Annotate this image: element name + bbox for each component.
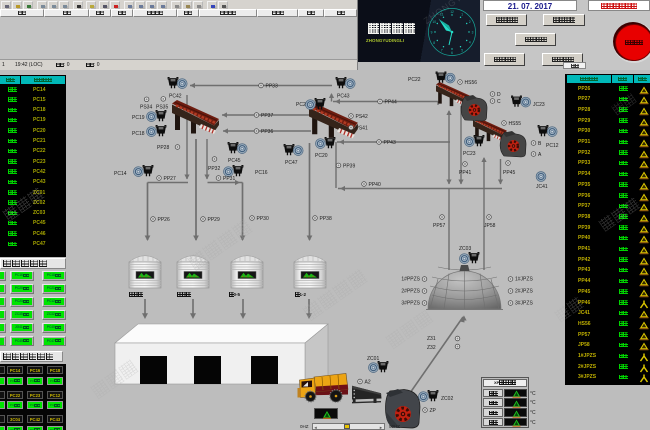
svg-text:ZP: ZP — [430, 408, 437, 414]
svg-text:PP45: PP45 — [503, 170, 515, 176]
svg-text:PC23: PC23 — [463, 151, 476, 157]
svg-text:PC20: PC20 — [315, 153, 328, 159]
svg-text:PS42: PS42 — [356, 114, 368, 120]
svg-text:1: 1 — [461, 13, 463, 17]
svg-text:D: D — [497, 92, 501, 98]
svg-text:HS55: HS55 — [509, 121, 522, 127]
svg-text:PC18: PC18 — [132, 131, 145, 137]
svg-text:PP26: PP26 — [158, 217, 170, 223]
svg-text:7: 7 — [441, 48, 443, 52]
svg-text:PS41: PS41 — [356, 126, 368, 132]
svg-text:PP30: PP30 — [257, 216, 269, 222]
svg-text:9: 9 — [431, 31, 433, 35]
svg-text:ZC01: ZC01 — [367, 356, 379, 362]
svg-text:3#JPZS: 3#JPZS — [515, 301, 533, 307]
svg-text:PC42: PC42 — [169, 94, 182, 100]
svg-text:PC45: PC45 — [228, 158, 241, 164]
svg-text:8: 8 — [433, 41, 435, 45]
svg-text:Z31: Z31 — [427, 336, 436, 342]
svg-text:PP37: PP37 — [261, 113, 273, 119]
svg-text:PP44: PP44 — [385, 100, 397, 106]
svg-text:2#PPZS: 2#PPZS — [401, 289, 420, 295]
svg-text:PS35: PS35 — [156, 105, 168, 111]
svg-text:PS34: PS34 — [140, 105, 152, 111]
svg-text:PP39: PP39 — [343, 163, 355, 169]
svg-text:PP31: PP31 — [223, 176, 235, 182]
svg-text:6: 6 — [451, 51, 453, 55]
svg-text:PP41: PP41 — [459, 170, 471, 176]
svg-text:PP27: PP27 — [164, 176, 176, 182]
svg-text:PP32: PP32 — [208, 166, 220, 172]
svg-text:PC16: PC16 — [255, 170, 268, 176]
svg-text:PC12: PC12 — [546, 143, 559, 149]
svg-text:PC47: PC47 — [285, 160, 298, 166]
svg-text:JC41: JC41 — [536, 184, 548, 190]
svg-text:1#PPZS: 1#PPZS — [401, 277, 420, 283]
svg-text:A2: A2 — [365, 380, 371, 386]
svg-text:4: 4 — [469, 41, 471, 45]
svg-text:PP33: PP33 — [266, 84, 278, 90]
svg-text:PP38: PP38 — [320, 216, 332, 222]
svg-text:PP40: PP40 — [369, 182, 381, 188]
svg-text:1#JPZS: 1#JPZS — [515, 277, 533, 283]
svg-text:ZC03: ZC03 — [459, 246, 471, 252]
svg-text:3: 3 — [472, 31, 474, 35]
svg-text:JP58: JP58 — [484, 223, 496, 229]
svg-text:PC22: PC22 — [408, 77, 421, 83]
svg-text:Z32: Z32 — [427, 345, 436, 351]
svg-text:ZC02: ZC02 — [441, 396, 453, 402]
svg-text:PC14: PC14 — [114, 171, 127, 177]
svg-text:12: 12 — [450, 10, 454, 14]
svg-text:PP57: PP57 — [433, 223, 445, 229]
svg-text:2#JPZS: 2#JPZS — [515, 289, 533, 295]
svg-text:PP36: PP36 — [261, 129, 273, 135]
svg-text:HS56: HS56 — [465, 80, 478, 86]
svg-text:PC19: PC19 — [132, 115, 145, 121]
svg-text:C: C — [497, 99, 501, 105]
svg-text:PP29: PP29 — [208, 217, 220, 223]
svg-text:5: 5 — [461, 48, 463, 52]
svg-text:PP43: PP43 — [384, 140, 396, 146]
svg-text:3#PPZS: 3#PPZS — [401, 301, 420, 307]
svg-text:B: B — [538, 141, 542, 147]
svg-text:PC43: PC43 — [337, 94, 350, 100]
svg-text:JC23: JC23 — [533, 102, 545, 108]
svg-text:PP28: PP28 — [157, 145, 169, 151]
svg-text:A: A — [538, 152, 542, 158]
svg-text:2: 2 — [469, 20, 471, 24]
